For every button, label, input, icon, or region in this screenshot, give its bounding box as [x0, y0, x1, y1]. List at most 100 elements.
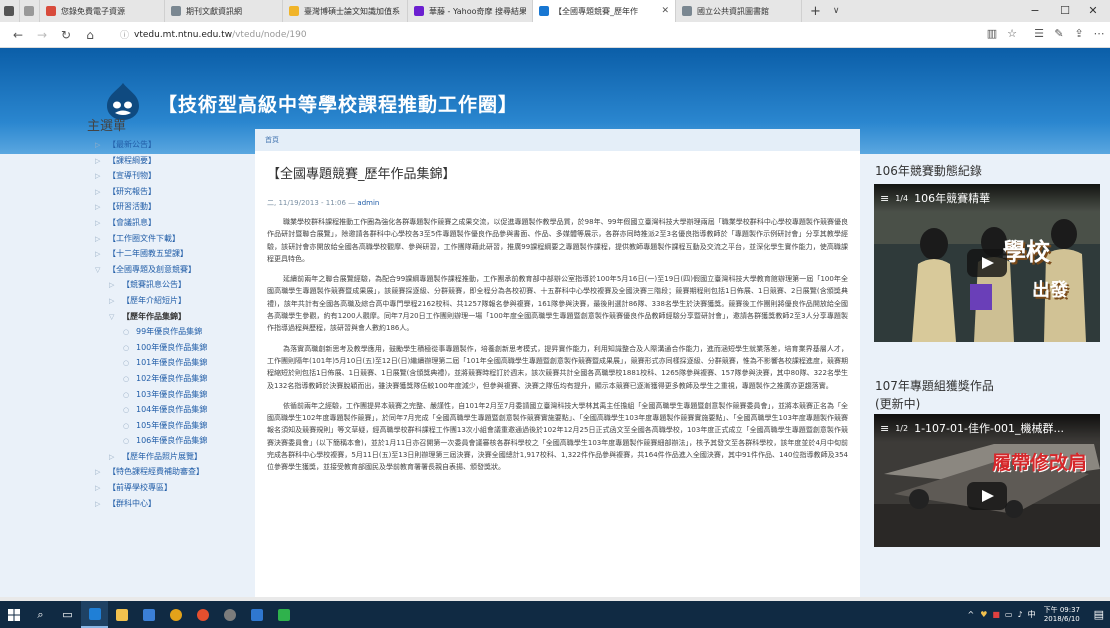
video-title[interactable]: 106年競賽精華: [914, 190, 990, 206]
sidebar-item[interactable]: ○ 100年優良作品集錦: [95, 340, 255, 356]
tab-favicon-icon: [46, 6, 56, 16]
sidebar-item[interactable]: ○ 101年優良作品集錦: [95, 355, 255, 371]
browser-tab[interactable]: 華藤 - Yahoo奇摩 搜尋結果: [408, 0, 533, 22]
playlist-icon: ≡: [880, 191, 890, 205]
main-content: 【全國專題競賽_歷年作品集錦】 二, 11/19/2013 - 11:06 — …: [255, 151, 860, 597]
article-title: 【全國專題競賽_歷年作品集錦】: [267, 167, 456, 182]
tab-list-icon[interactable]: [20, 0, 40, 22]
input-language[interactable]: 中: [1028, 609, 1036, 620]
browser-tab[interactable]: 臺灣博碩士論文知識加值系: [283, 0, 408, 22]
sidebar-item[interactable]: ▷ 【特色課程經費補助審查】: [95, 464, 255, 480]
close-tab-icon[interactable]: ✕: [661, 6, 669, 16]
tab-favicon-icon: [289, 6, 299, 16]
tab-label: 華藤 - Yahoo奇摩 搜尋結果: [429, 6, 526, 16]
new-tab-icon[interactable]: +: [802, 4, 829, 19]
play-button-icon[interactable]: [967, 249, 1007, 277]
notes-pen-icon[interactable]: ✎: [1050, 27, 1068, 40]
sidebar-item[interactable]: ▷ 【競賽訊息公告】: [95, 277, 255, 293]
sidebar-item[interactable]: ▷ 【群科中心】: [95, 496, 255, 512]
browser-tab[interactable]: 您錄免費電子資源: [40, 0, 165, 22]
info-icon[interactable]: ⓘ: [120, 28, 129, 41]
forward-icon[interactable]: →: [30, 28, 54, 42]
sidebar-item[interactable]: ▷ 【歷年作品照片展覽】: [95, 449, 255, 465]
sidebar-item[interactable]: ▷ 【前導學校專區】: [95, 480, 255, 496]
minimize-icon[interactable]: −: [1018, 0, 1052, 22]
sidebar-item[interactable]: ▷ 【課程綱要】: [95, 153, 255, 169]
video-player-award[interactable]: ≡ 1/2 1-107-01-佳作-001_機械群... 履帶修改肩: [874, 414, 1100, 547]
home-icon[interactable]: ⌂: [78, 28, 102, 42]
shield-icon[interactable]: ♥: [980, 610, 987, 619]
browser-tab[interactable]: 國立公共資訊圖書館: [676, 0, 802, 22]
sidebar-item[interactable]: ▷ 【研究報告】: [95, 184, 255, 200]
video-player-highlights[interactable]: ≡ 1/4 106年競賽精華 學校 出發: [874, 184, 1100, 342]
antivirus-icon[interactable]: ■: [992, 610, 1000, 619]
task-view-icon[interactable]: ▭: [54, 601, 81, 628]
network-icon[interactable]: ▭: [1005, 610, 1013, 619]
favorites-hub-icon[interactable]: ☰: [1030, 27, 1048, 40]
tab-actions-icon[interactable]: [0, 0, 20, 22]
bullet-icon: ○: [123, 343, 130, 352]
media-player-icon[interactable]: [189, 601, 216, 628]
share-icon[interactable]: ⇪: [1070, 27, 1088, 40]
sidebar-item[interactable]: ▷ 【研習活動】: [95, 199, 255, 215]
sidebar-item[interactable]: ▽ 【全國專題及創意競賽】: [95, 262, 255, 278]
playlist-icon: ≡: [880, 421, 890, 435]
tab-label: 【全國專題競賽_歷年作: [554, 6, 638, 16]
author-link[interactable]: admin: [357, 199, 379, 207]
sidebar-item[interactable]: ○ 104年優良作品集錦: [95, 402, 255, 418]
chrome-icon[interactable]: [162, 601, 189, 628]
sidebar-item-label: 101年優良作品集錦: [136, 358, 208, 368]
more-menu-icon[interactable]: ⋯: [1090, 27, 1108, 40]
close-window-icon[interactable]: ✕: [1076, 0, 1110, 22]
browser-tab[interactable]: 【全國專題競賽_歷年作 ✕: [533, 0, 676, 22]
sidebar-item[interactable]: ▷ 【十二年國教五望課】: [95, 246, 255, 262]
sidebar-item[interactable]: ▽ 【歷年作品集錦】: [95, 309, 255, 325]
browser-tab[interactable]: 期刊文獻資訊網: [165, 0, 283, 22]
mail-icon[interactable]: [243, 601, 270, 628]
sidebar-item[interactable]: ▷ 【會議訊息】: [95, 215, 255, 231]
breadcrumb-home-link[interactable]: 首頁: [265, 136, 279, 144]
favorite-star-icon[interactable]: ☆: [1003, 27, 1021, 40]
address-bar[interactable]: ⓘ vtedu.mt.ntnu.edu.tw/vtedu/node/190: [120, 28, 307, 42]
sidebar-item-label: 106年優良作品集錦: [136, 436, 208, 446]
sidebar-item[interactable]: ○ 102年優良作品集錦: [95, 371, 255, 387]
show-hidden-icons-icon[interactable]: ^: [967, 610, 974, 619]
start-windows-icon[interactable]: [0, 601, 27, 628]
collapsed-arrow-icon: ▷: [95, 499, 101, 508]
sidebar-item-label: 【會議訊息】: [108, 217, 156, 227]
site-title[interactable]: 【技術型高級中等學校課程推動工作圈】: [158, 90, 518, 117]
sidebar-item[interactable]: ▷ 【宣導刊物】: [95, 168, 255, 184]
action-center-icon[interactable]: ▤: [1094, 608, 1104, 621]
file-explorer-icon[interactable]: [108, 601, 135, 628]
sidebar-item-label: 【最新公告】: [108, 140, 156, 149]
app-icon[interactable]: [216, 601, 243, 628]
expanded-arrow-icon: ▽: [109, 312, 115, 321]
store-icon[interactable]: [135, 601, 162, 628]
article-paragraph: 延續前兩年之聯合展覽經驗，為配合99課綱專題製作課程推動，工作團承前教育部中部辦…: [267, 275, 848, 333]
reading-view-icon[interactable]: ▥: [983, 27, 1001, 40]
sidebar-item[interactable]: ▷ 【最新公告】: [95, 137, 255, 153]
sidebar-item[interactable]: ○ 106年優良作品集錦: [95, 433, 255, 449]
sidebar-item[interactable]: ▷ 【工作圈文件下載】: [95, 231, 255, 247]
line-app-icon[interactable]: [270, 601, 297, 628]
collapsed-arrow-icon: ▷: [95, 218, 101, 227]
expanded-arrow-icon: ▽: [95, 265, 101, 274]
sidebar-item-label: 104年優良作品集錦: [136, 405, 208, 415]
video-title[interactable]: 1-107-01-佳作-001_機械群...: [914, 420, 1064, 436]
edge-browser-icon[interactable]: [81, 601, 108, 628]
volume-icon[interactable]: ♪: [1017, 610, 1022, 619]
tab-dropdown-icon[interactable]: ∨: [829, 6, 844, 16]
sidebar-item[interactable]: ○ 103年優良作品集錦: [95, 387, 255, 403]
play-button-icon[interactable]: [967, 482, 1007, 511]
refresh-icon[interactable]: ↻: [54, 28, 78, 42]
clock[interactable]: 下午 09:37 2018/6/10: [1044, 606, 1080, 624]
collapsed-arrow-icon: ▷: [95, 468, 101, 477]
sidebar-item[interactable]: ○ 99年優良作品集錦: [95, 324, 255, 340]
back-icon[interactable]: ←: [6, 28, 30, 42]
sidebar-item-label: 102年優良作品集錦: [136, 373, 208, 383]
sidebar-item[interactable]: ○ 105年優良作品集錦: [95, 418, 255, 434]
search-icon[interactable]: ⌕: [27, 601, 54, 628]
sidebar-item-label: 【研究報告】: [108, 186, 156, 196]
sidebar-item[interactable]: ▷ 【歷年介紹短片】: [95, 293, 255, 309]
tab-favicon-icon: [171, 6, 181, 16]
